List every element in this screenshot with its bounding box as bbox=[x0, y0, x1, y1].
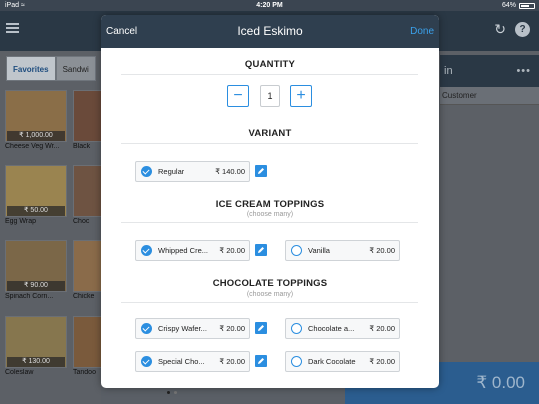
option-price: ₹ 20.00 bbox=[219, 357, 245, 366]
product-name: Egg Wrap bbox=[5, 218, 36, 225]
divider bbox=[121, 302, 418, 303]
done-button[interactable]: Done bbox=[410, 15, 434, 48]
sync-icon[interactable]: ↻ bbox=[494, 21, 506, 38]
minus-icon: − bbox=[233, 87, 243, 104]
variant-heading: VARIANT bbox=[248, 128, 292, 139]
product-name: Spinach Corn... bbox=[5, 293, 54, 300]
quantity-field[interactable]: 1 bbox=[260, 85, 280, 107]
product-name: Cheese Veg Wr... bbox=[5, 143, 60, 150]
option-price: ₹ 20.00 bbox=[369, 357, 395, 366]
unchecked-circle-icon bbox=[291, 356, 302, 367]
page-indicator bbox=[167, 391, 177, 394]
page-dot bbox=[174, 391, 177, 394]
product-tile[interactable]: ₹ 90.00 Spinach Corn... bbox=[5, 240, 67, 305]
topping-option-dark-chocolate[interactable]: Dark Cocolate ₹ 20.00 bbox=[285, 351, 400, 372]
topping-option-special-chocolate[interactable]: Special Cho... ₹ 20.00 bbox=[135, 351, 250, 372]
battery-icon bbox=[519, 2, 535, 9]
order-header: in ••• bbox=[440, 55, 539, 87]
variant-option-regular[interactable]: Regular ₹ 140.00 bbox=[135, 161, 250, 182]
customer-field[interactable]: Customer bbox=[440, 87, 539, 105]
option-price: ₹ 20.00 bbox=[369, 246, 395, 255]
product-tile[interactable]: ₹ 50.00 Egg Wrap bbox=[5, 165, 67, 230]
tab-favorites[interactable]: Favorites bbox=[6, 56, 56, 81]
page-dot-active bbox=[167, 391, 170, 394]
topping-option-crispy-wafer[interactable]: Crispy Wafer... ₹ 20.00 bbox=[135, 318, 250, 339]
quantity-heading: QUANTITY bbox=[244, 59, 296, 70]
product-price: ₹ 1,000.00 bbox=[7, 131, 65, 141]
option-price: ₹ 20.00 bbox=[219, 246, 245, 255]
dialog-title: Iced Eskimo bbox=[237, 24, 303, 38]
category-tabs: Favorites Sandwi bbox=[6, 56, 96, 81]
check-icon bbox=[141, 166, 152, 177]
product-panel: Favorites Sandwi ₹ 1,000.00 Cheese Veg W… bbox=[0, 51, 135, 404]
battery-fill bbox=[521, 4, 529, 7]
option-label: Dark Cocolate bbox=[308, 357, 356, 366]
product-price: ₹ 50.00 bbox=[7, 206, 65, 216]
topping-option-vanilla[interactable]: Vanilla ₹ 20.00 bbox=[285, 240, 400, 261]
product-price: ₹ 130.00 bbox=[7, 357, 65, 367]
option-label: Chocolate a... bbox=[308, 324, 355, 333]
option-label: Vanilla bbox=[308, 246, 330, 255]
check-icon bbox=[141, 356, 152, 367]
ice-cream-toppings-heading: ICE CREAM TOPPINGS bbox=[215, 199, 325, 210]
divider bbox=[121, 74, 418, 75]
pencil-icon[interactable] bbox=[255, 355, 267, 367]
tab-sandwiches[interactable]: Sandwi bbox=[55, 56, 96, 81]
divider bbox=[121, 222, 418, 223]
option-price: ₹ 140.00 bbox=[215, 167, 245, 176]
product-tile[interactable]: ₹ 1,000.00 Cheese Veg Wr... bbox=[5, 90, 67, 155]
option-label: Regular bbox=[158, 167, 185, 176]
dialog-header: Cancel Iced Eskimo Done bbox=[101, 15, 439, 48]
battery-status: 64% bbox=[502, 0, 535, 11]
order-panel: in ••• Customer ₹ 0.00 bbox=[345, 51, 539, 404]
product-tile[interactable]: ₹ 130.00 Coleslaw bbox=[5, 316, 67, 381]
pencil-icon[interactable] bbox=[255, 165, 267, 177]
menu-icon[interactable] bbox=[6, 23, 19, 34]
increase-quantity-button[interactable]: + bbox=[290, 85, 312, 107]
pencil-icon[interactable] bbox=[255, 322, 267, 334]
option-label: Whipped Cre... bbox=[158, 246, 209, 255]
product-price: ₹ 90.00 bbox=[7, 281, 65, 291]
plus-icon: + bbox=[296, 87, 306, 104]
product-name: Coleslaw bbox=[5, 369, 34, 376]
topping-option-chocolate[interactable]: Chocolate a... ₹ 20.00 bbox=[285, 318, 400, 339]
status-bar: iPad ≈ 4:20 PM 64% bbox=[0, 0, 539, 11]
help-icon[interactable]: ? bbox=[515, 22, 530, 37]
chocolate-toppings-heading: CHOCOLATE TOPPINGS bbox=[212, 278, 328, 289]
clock: 4:20 PM bbox=[256, 2, 283, 9]
battery-percent: 64% bbox=[501, 2, 516, 9]
ice-cream-toppings-hint: (choose many) bbox=[246, 211, 294, 218]
order-header-label: in bbox=[444, 65, 453, 77]
divider bbox=[121, 143, 418, 144]
option-price: ₹ 20.00 bbox=[219, 324, 245, 333]
unchecked-circle-icon bbox=[291, 245, 302, 256]
decrease-quantity-button[interactable]: − bbox=[227, 85, 249, 107]
check-icon bbox=[141, 323, 152, 334]
chocolate-toppings-hint: (choose many) bbox=[246, 291, 294, 298]
topping-option-whipped-cream[interactable]: Whipped Cre... ₹ 20.00 bbox=[135, 240, 250, 261]
pencil-icon[interactable] bbox=[255, 244, 267, 256]
option-price: ₹ 20.00 bbox=[369, 324, 395, 333]
item-options-dialog: Cancel Iced Eskimo Done QUANTITY − 1 + V… bbox=[101, 15, 439, 388]
check-icon bbox=[141, 245, 152, 256]
unchecked-circle-icon bbox=[291, 323, 302, 334]
more-icon[interactable]: ••• bbox=[516, 55, 531, 87]
option-label: Crispy Wafer... bbox=[158, 324, 207, 333]
option-label: Special Cho... bbox=[158, 357, 205, 366]
